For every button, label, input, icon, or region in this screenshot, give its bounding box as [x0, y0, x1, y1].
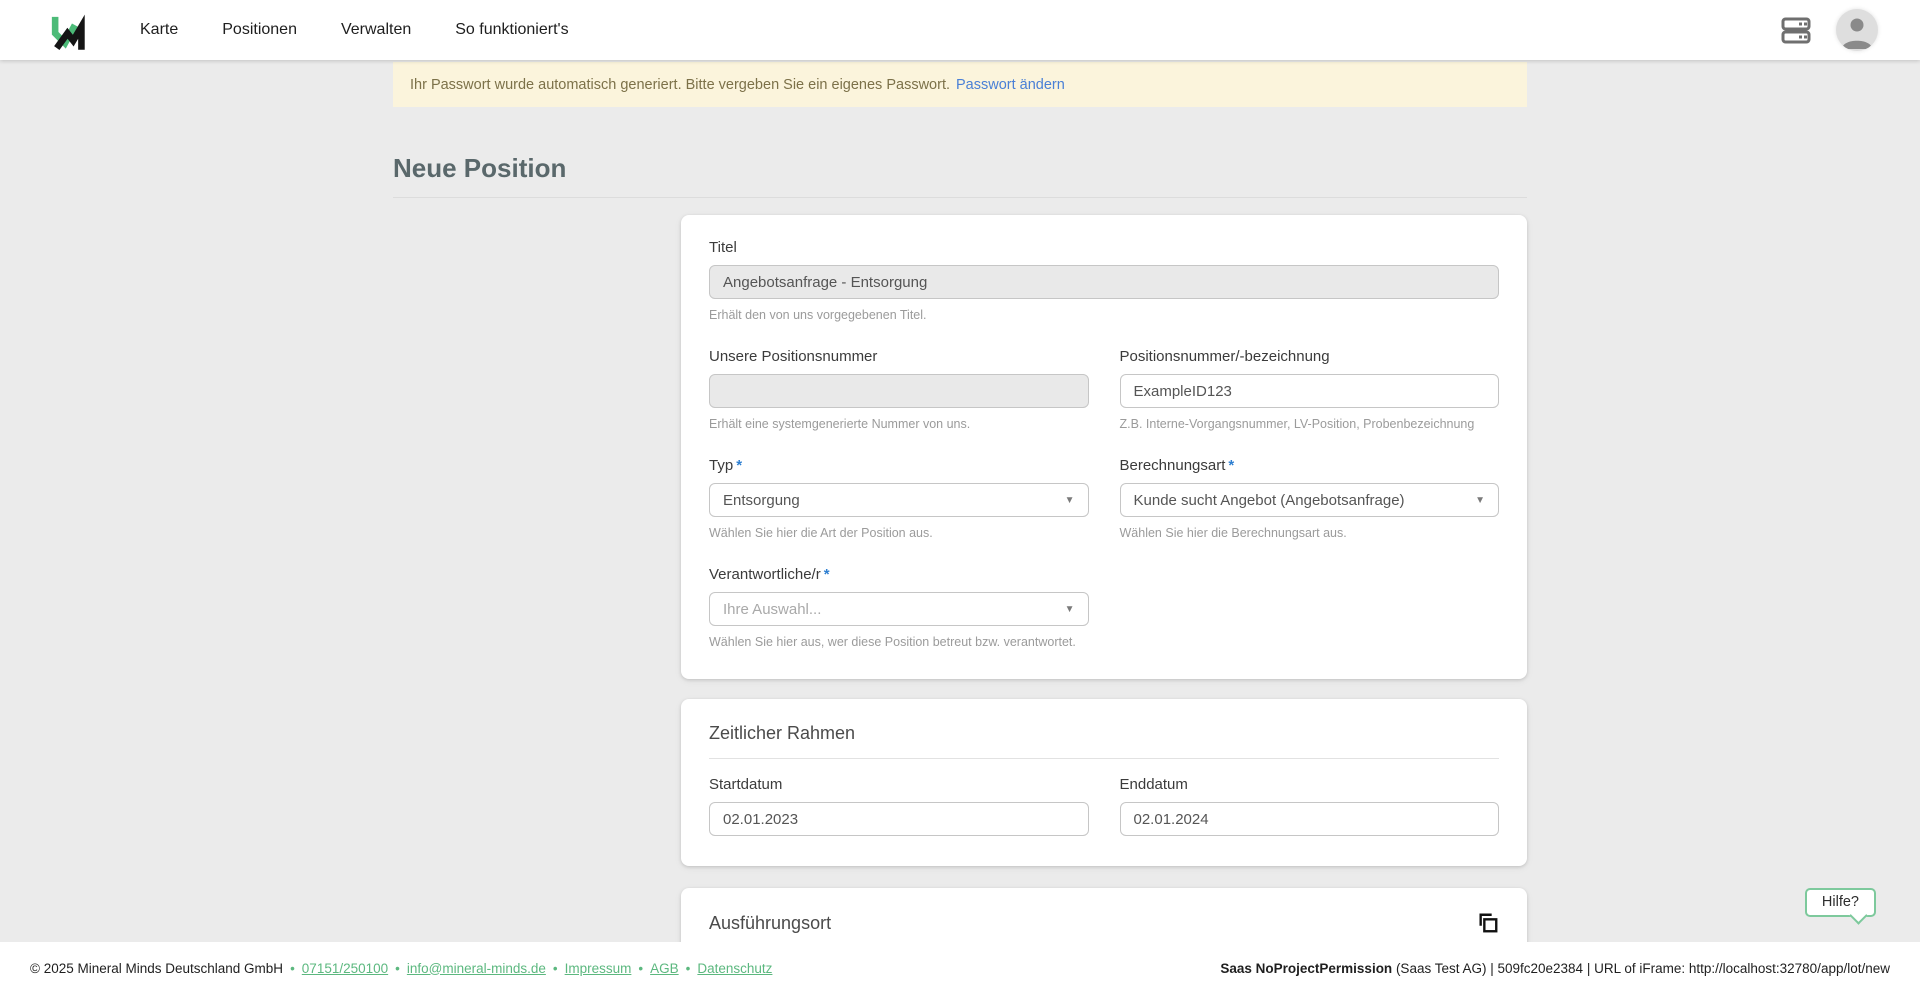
footer-tenant-name: Saas NoProjectPermission — [1220, 961, 1392, 976]
zeitlicher-rahmen-card: Zeitlicher Rahmen Startdatum Enddatum — [681, 699, 1527, 866]
nav-item-verwalten[interactable]: Verwalten — [341, 21, 411, 39]
positionsnummer-field: Positionsnummer/-bezeichnung Z.B. Intern… — [1120, 348, 1500, 431]
typ-field: Typ* Entsorgung ▼ Wählen Sie hier die Ar… — [709, 457, 1089, 540]
page-title: Neue Position — [393, 153, 1527, 198]
chevron-down-icon: ▼ — [1065, 604, 1075, 615]
verantwortlicher-placeholder: Ihre Auswahl... — [723, 601, 821, 618]
berechnungsart-field: Berechnungsart* Kunde sucht Angebot (Ang… — [1120, 457, 1500, 540]
chevron-down-icon: ▼ — [1475, 495, 1485, 506]
footer-copyright: © 2025 Mineral Minds Deutschland GmbH — [30, 961, 283, 976]
unsere-positionsnummer-helper: Erhält eine systemgenerierte Nummer von … — [709, 417, 1089, 431]
password-warning-banner: Ihr Passwort wurde automatisch generiert… — [393, 62, 1527, 107]
titel-label: Titel — [709, 239, 1499, 256]
footer-left: © 2025 Mineral Minds Deutschland GmbH • … — [30, 961, 772, 976]
banner-message: Ihr Passwort wurde automatisch generiert… — [410, 77, 950, 93]
verantwortlicher-label: Verantwortliche/r — [709, 566, 821, 583]
required-asterisk: * — [824, 566, 830, 583]
verantwortlicher-select[interactable]: Ihre Auswahl... ▼ — [709, 592, 1089, 626]
nav-item-positionen[interactable]: Positionen — [222, 21, 297, 39]
positionsnummer-helper: Z.B. Interne-Vorgangsnummer, LV-Position… — [1120, 417, 1500, 431]
ausfuehrungsort-title: Ausführungsort — [709, 913, 831, 934]
berechnungsart-selected-value: Kunde sucht Angebot (Angebotsanfrage) — [1134, 492, 1405, 509]
positionsnummer-input[interactable] — [1120, 374, 1500, 408]
enddatum-input[interactable] — [1120, 802, 1500, 836]
footer-separator: • — [686, 961, 691, 976]
chevron-down-icon: ▼ — [1065, 495, 1075, 506]
berechnungsart-helper: Wählen Sie hier die Berechnungsart aus. — [1120, 526, 1500, 540]
footer-separator: • — [553, 961, 558, 976]
user-avatar[interactable] — [1836, 9, 1878, 51]
startdatum-label: Startdatum — [709, 776, 1089, 793]
required-asterisk: * — [736, 457, 742, 474]
typ-helper: Wählen Sie hier die Art der Position aus… — [709, 526, 1089, 540]
berechnungsart-select[interactable]: Kunde sucht Angebot (Angebotsanfrage) ▼ — [1120, 483, 1500, 517]
unsere-positionsnummer-field: Unsere Positionsnummer Erhält eine syste… — [709, 348, 1089, 431]
divider — [709, 758, 1499, 759]
zeitlicher-rahmen-title: Zeitlicher Rahmen — [709, 723, 1499, 744]
required-asterisk: * — [1228, 457, 1234, 474]
footer-impressum-link[interactable]: Impressum — [565, 961, 632, 976]
navbar-right — [1780, 9, 1878, 51]
page-container: Ihr Passwort wurde automatisch generiert… — [393, 0, 1527, 994]
footer-phone-link[interactable]: 07151/250100 — [302, 961, 388, 976]
unsere-positionsnummer-label: Unsere Positionsnummer — [709, 348, 1089, 365]
startdatum-input[interactable] — [709, 802, 1089, 836]
position-basics-card: Titel Erhält den von uns vorgegebenen Ti… — [681, 215, 1527, 679]
enddatum-field: Enddatum — [1120, 776, 1500, 836]
typ-selected-value: Entsorgung — [723, 492, 800, 509]
verantwortlicher-field: Verantwortliche/r* Ihre Auswahl... ▼ Wäh… — [709, 566, 1089, 649]
footer-session-info: (Saas Test AG) | 509fc20e2384 | URL of i… — [1392, 961, 1890, 976]
footer-separator: • — [290, 961, 295, 976]
server-icon[interactable] — [1780, 14, 1812, 46]
footer-right: Saas NoProjectPermission (Saas Test AG) … — [1220, 961, 1890, 976]
typ-label: Typ — [709, 457, 733, 474]
footer-email-link[interactable]: info@mineral-minds.de — [407, 961, 546, 976]
titel-field: Titel Erhält den von uns vorgegebenen Ti… — [709, 239, 1499, 322]
startdatum-field: Startdatum — [709, 776, 1089, 836]
footer-datenschutz-link[interactable]: Datenschutz — [697, 961, 772, 976]
footer-separator: • — [638, 961, 643, 976]
footer: © 2025 Mineral Minds Deutschland GmbH • … — [0, 942, 1920, 994]
top-navbar: Karte Positionen Verwalten So funktionie… — [0, 0, 1920, 60]
typ-select[interactable]: Entsorgung ▼ — [709, 483, 1089, 517]
copy-icon[interactable] — [1477, 912, 1499, 934]
help-button[interactable]: Hilfe? — [1805, 888, 1876, 917]
person-icon — [1836, 9, 1878, 51]
titel-helper: Erhält den von uns vorgegebenen Titel. — [709, 308, 1499, 322]
verantwortlicher-helper: Wählen Sie hier aus, wer diese Position … — [709, 635, 1089, 649]
footer-separator: • — [395, 961, 400, 976]
main-nav: Karte Positionen Verwalten So funktionie… — [140, 21, 569, 39]
footer-agb-link[interactable]: AGB — [650, 961, 679, 976]
titel-input[interactable] — [709, 265, 1499, 299]
nav-item-so-funktionierts[interactable]: So funktioniert's — [455, 21, 568, 39]
change-password-link[interactable]: Passwort ändern — [956, 77, 1065, 93]
unsere-positionsnummer-input[interactable] — [709, 374, 1089, 408]
mineral-minds-logo-icon[interactable] — [42, 7, 88, 53]
positionsnummer-label: Positionsnummer/-bezeichnung — [1120, 348, 1500, 365]
enddatum-label: Enddatum — [1120, 776, 1500, 793]
nav-item-karte[interactable]: Karte — [140, 21, 178, 39]
berechnungsart-label: Berechnungsart — [1120, 457, 1226, 474]
